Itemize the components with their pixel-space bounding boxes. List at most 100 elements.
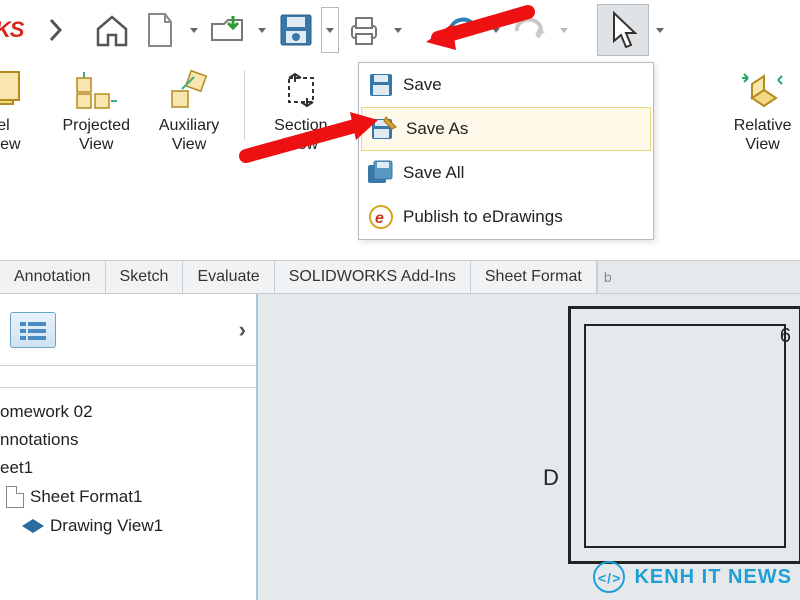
tab-solidworks-addins[interactable]: SOLIDWORKS Add-Ins (275, 261, 471, 293)
ribbon-model-view[interactable]: el View (0, 62, 41, 154)
home-icon (94, 13, 130, 47)
save-dropdown[interactable] (321, 7, 339, 53)
caret-down-icon (190, 28, 198, 33)
print-button[interactable] (341, 7, 387, 53)
undo-button[interactable] (439, 7, 485, 53)
tab-evaluate[interactable]: Evaluate (183, 261, 274, 293)
tree-label: Sheet Format1 (30, 487, 142, 507)
edrawings-icon: e (359, 204, 403, 230)
menu-item-publish-edrawings[interactable]: e Publish to eDrawings (359, 195, 653, 239)
tree-item-drawing-view[interactable]: Drawing View1 (0, 512, 256, 540)
watermark-text: KENH IT NEWS (634, 566, 792, 589)
feature-manager-tab-icon[interactable] (10, 312, 56, 348)
sheet-border-inner (584, 324, 786, 548)
ribbon-label: View (79, 136, 113, 153)
menu-chevron-button[interactable] (33, 7, 79, 53)
tree-item[interactable]: nnotations (0, 426, 256, 454)
tree-label: Drawing View1 (50, 516, 163, 536)
ribbon-label: Relative (734, 117, 792, 134)
caret-down-icon (492, 28, 500, 33)
menu-label: Save (403, 75, 442, 95)
sheet-icon (6, 486, 24, 508)
ribbon-section-view[interactable]: Section View (263, 62, 338, 154)
menu-item-save-as[interactable]: Save As (361, 107, 651, 151)
save-dropdown-menu: Save Save As Save All e Publish to eDraw… (358, 62, 654, 240)
ribbon-auxiliary-view[interactable]: Auxiliary View (152, 62, 227, 154)
ribbon-label: el (0, 117, 10, 134)
tab-search-field[interactable]: b (597, 261, 800, 293)
caret-down-icon (258, 28, 266, 33)
ribbon-separator (244, 70, 245, 140)
zone-letter: D (543, 465, 559, 491)
new-button[interactable] (137, 7, 183, 53)
tree-label: nnotations (0, 430, 78, 450)
ribbon-relative-view[interactable]: Relative View (725, 62, 800, 154)
tree-label: omework 02 (0, 402, 93, 422)
ribbon-label: View (0, 136, 21, 153)
ribbon-projected-view[interactable]: Projected View (59, 62, 134, 154)
svg-text:</>: </> (598, 570, 621, 586)
pointer-icon (608, 11, 638, 49)
print-dropdown[interactable] (389, 7, 407, 53)
svg-text:e: e (375, 210, 384, 227)
tree-label: eet1 (0, 458, 33, 478)
ribbon-label: View (745, 136, 779, 153)
home-button[interactable] (89, 7, 135, 53)
caret-down-icon (656, 28, 664, 33)
redo-button[interactable] (507, 7, 553, 53)
watermark: </> KENH IT NEWS (592, 560, 792, 594)
undo-dropdown[interactable] (487, 7, 505, 53)
drawing-canvas[interactable]: 6 D (258, 294, 800, 600)
quick-access-toolbar: RKS (0, 0, 800, 60)
save-button[interactable] (273, 7, 319, 53)
tab-sketch[interactable]: Sketch (106, 261, 184, 293)
tab-annotation[interactable]: Annotation (0, 261, 106, 293)
open-folder-icon (209, 14, 247, 46)
caret-down-icon (326, 28, 334, 33)
new-file-icon (145, 12, 175, 48)
redo-dropdown[interactable] (555, 7, 573, 53)
auxiliary-view-icon (167, 68, 211, 112)
tree-item[interactable]: omework 02 (0, 398, 256, 426)
tab-sheet-format[interactable]: Sheet Format (471, 261, 597, 293)
ribbon-label: Auxiliary (159, 117, 219, 134)
open-button[interactable] (205, 7, 251, 53)
save-as-icon (362, 115, 406, 143)
print-icon (345, 14, 383, 46)
new-dropdown[interactable] (185, 7, 203, 53)
app-brand-fragment: RKS (0, 17, 31, 43)
drawing-view-icon (22, 519, 44, 533)
menu-item-save[interactable]: Save (359, 63, 653, 107)
caret-down-icon (394, 28, 402, 33)
feature-tree: omework 02 nnotations eet1 Sheet Format1… (0, 388, 256, 540)
panel-expand-icon[interactable]: › (239, 317, 246, 343)
ribbon-label: Section (274, 117, 327, 134)
menu-label: Save All (403, 163, 464, 183)
ribbon-label: View (172, 136, 206, 153)
ribbon-label: View (284, 136, 318, 153)
save-icon (359, 72, 403, 98)
section-view-icon (279, 68, 323, 112)
menu-label: Save As (406, 119, 468, 139)
chevron-right-icon (49, 18, 63, 42)
caret-down-icon (560, 28, 568, 33)
relative-view-icon (741, 68, 785, 112)
lower-workspace: › omework 02 nnotations eet1 Sheet Forma… (0, 294, 800, 600)
redo-icon (513, 17, 547, 43)
save-floppy-icon (278, 12, 314, 48)
tree-item-sheet-format[interactable]: Sheet Format1 (0, 482, 256, 512)
panel-header: › (0, 294, 256, 366)
watermark-logo-icon: </> (592, 560, 626, 594)
menu-item-save-all[interactable]: Save All (359, 151, 653, 195)
pointer-tool-button[interactable] (597, 4, 649, 56)
projected-view-icon (74, 68, 118, 112)
feature-manager-panel: › omework 02 nnotations eet1 Sheet Forma… (0, 294, 258, 600)
ribbon-label: Projected (62, 117, 130, 134)
menu-label: Publish to eDrawings (403, 207, 563, 227)
undo-icon (445, 17, 479, 43)
pointer-dropdown[interactable] (651, 7, 669, 53)
model-view-icon (0, 68, 25, 112)
open-dropdown[interactable] (253, 7, 271, 53)
save-all-icon (359, 159, 403, 187)
tree-item[interactable]: eet1 (0, 454, 256, 482)
